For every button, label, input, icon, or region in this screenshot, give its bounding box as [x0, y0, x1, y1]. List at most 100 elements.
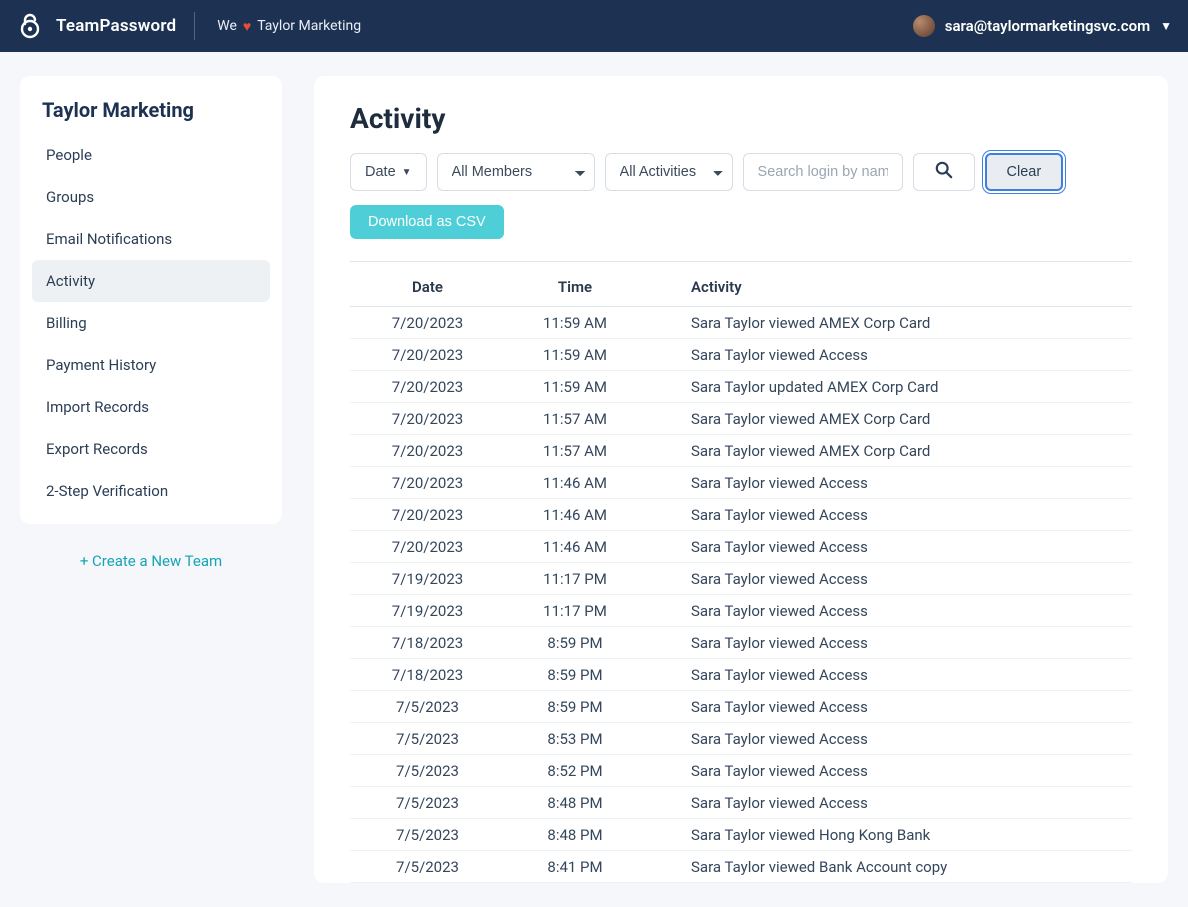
cell-date: 7/20/2023 [350, 467, 505, 499]
cell-activity: Sara Taylor viewed Access [645, 531, 1132, 563]
cell-activity: Sara Taylor viewed Access [645, 691, 1132, 723]
search-input[interactable] [743, 153, 903, 191]
cell-activity: Sara Taylor updated AMEX Corp Card [645, 371, 1132, 403]
cell-time: 8:52 PM [505, 755, 645, 787]
table-row: 7/20/202311:57 AMSara Taylor viewed AMEX… [350, 435, 1132, 467]
cell-time: 11:59 AM [505, 339, 645, 371]
sidebar-card: Taylor Marketing PeopleGroupsEmail Notif… [20, 76, 282, 524]
cell-time: 8:53 PM [505, 723, 645, 755]
table-row: 7/20/202311:59 AMSara Taylor viewed Acce… [350, 339, 1132, 371]
chevron-down-icon: ▼ [1160, 19, 1172, 33]
cell-date: 7/18/2023 [350, 659, 505, 691]
cell-time: 11:59 AM [505, 307, 645, 339]
cell-time: 8:59 PM [505, 659, 645, 691]
table-row: 7/5/20238:59 PMSara Taylor viewed Access [350, 691, 1132, 723]
search-icon [935, 161, 953, 183]
cell-date: 7/20/2023 [350, 531, 505, 563]
tagline-suffix: Taylor Marketing [257, 18, 361, 34]
cell-date: 7/20/2023 [350, 435, 505, 467]
cell-date: 7/19/2023 [350, 595, 505, 627]
lock-icon [16, 12, 44, 40]
cell-date: 7/20/2023 [350, 307, 505, 339]
cell-activity: Sara Taylor viewed Access [645, 339, 1132, 371]
avatar [913, 15, 935, 37]
table-row: 7/20/202311:59 AMSara Taylor updated AME… [350, 371, 1132, 403]
cell-date: 7/20/2023 [350, 499, 505, 531]
cell-activity: Sara Taylor viewed AMEX Corp Card [645, 435, 1132, 467]
page-title: Activity [350, 102, 1132, 135]
table-row: 7/20/202311:46 AMSara Taylor viewed Acce… [350, 467, 1132, 499]
cell-date: 7/20/2023 [350, 339, 505, 371]
sidebar-item-billing[interactable]: Billing [32, 302, 270, 344]
sidebar-item-groups[interactable]: Groups [32, 176, 270, 218]
cell-time: 8:48 PM [505, 819, 645, 851]
cell-activity: Sara Taylor viewed Access [645, 499, 1132, 531]
sidebar-item-export-records[interactable]: Export Records [32, 428, 270, 470]
col-activity: Activity [645, 268, 1132, 307]
cell-activity: Sara Taylor viewed Access [645, 659, 1132, 691]
date-filter-button[interactable]: Date ▼ [350, 153, 427, 191]
cell-date: 7/5/2023 [350, 691, 505, 723]
cell-time: 11:46 AM [505, 467, 645, 499]
sidebar: Taylor Marketing PeopleGroupsEmail Notif… [20, 76, 282, 883]
logo-block[interactable]: TeamPassword [16, 12, 195, 40]
cell-date: 7/5/2023 [350, 723, 505, 755]
sidebar-item-activity[interactable]: Activity [32, 260, 270, 302]
topbar: TeamPassword We ♥ Taylor Marketing sara@… [0, 0, 1188, 52]
members-select[interactable]: All Members [437, 153, 595, 191]
cell-activity: Sara Taylor viewed Bank Account copy [645, 851, 1132, 883]
cell-time: 8:59 PM [505, 627, 645, 659]
sidebar-item-email-notifications[interactable]: Email Notifications [32, 218, 270, 260]
activities-select[interactable]: All Activities [605, 153, 733, 191]
cell-date: 7/5/2023 [350, 851, 505, 883]
col-date: Date [350, 268, 505, 307]
cell-activity: Sara Taylor viewed AMEX Corp Card [645, 403, 1132, 435]
search-button[interactable] [913, 153, 975, 191]
table-row: 7/20/202311:59 AMSara Taylor viewed AMEX… [350, 307, 1132, 339]
cell-time: 8:59 PM [505, 691, 645, 723]
cell-time: 11:46 AM [505, 531, 645, 563]
cell-date: 7/5/2023 [350, 787, 505, 819]
cell-date: 7/5/2023 [350, 819, 505, 851]
cell-activity: Sara Taylor viewed Access [645, 787, 1132, 819]
cell-time: 8:48 PM [505, 787, 645, 819]
user-email: sara@taylormarketingsvc.com [945, 17, 1150, 35]
download-csv-button[interactable]: Download as CSV [350, 205, 504, 239]
table-row: 7/5/20238:52 PMSara Taylor viewed Access [350, 755, 1132, 787]
filter-row: Date ▼ All Members All Activities Clear [350, 153, 1132, 191]
cell-activity: Sara Taylor viewed Access [645, 627, 1132, 659]
cell-activity: Sara Taylor viewed AMEX Corp Card [645, 307, 1132, 339]
cell-date: 7/20/2023 [350, 371, 505, 403]
table-row: 7/5/20238:41 PMSara Taylor viewed Bank A… [350, 851, 1132, 883]
sidebar-item-people[interactable]: People [32, 134, 270, 176]
main-panel: Activity Date ▼ All Members All Activiti… [314, 76, 1168, 883]
cell-activity: Sara Taylor viewed Access [645, 467, 1132, 499]
cell-time: 8:41 PM [505, 851, 645, 883]
table-row: 7/20/202311:46 AMSara Taylor viewed Acce… [350, 531, 1132, 563]
create-team-link[interactable]: + Create a New Team [20, 552, 282, 570]
table-row: 7/20/202311:46 AMSara Taylor viewed Acce… [350, 499, 1132, 531]
user-menu[interactable]: sara@taylormarketingsvc.com ▼ [913, 15, 1172, 37]
table-row: 7/5/20238:53 PMSara Taylor viewed Access [350, 723, 1132, 755]
table-row: 7/5/20238:48 PMSara Taylor viewed Hong K… [350, 819, 1132, 851]
divider [350, 261, 1132, 262]
caret-down-icon: ▼ [402, 167, 412, 178]
table-row: 7/19/202311:17 PMSara Taylor viewed Acce… [350, 595, 1132, 627]
table-row: 7/20/202311:57 AMSara Taylor viewed AMEX… [350, 403, 1132, 435]
activity-table: Date Time Activity 7/20/202311:59 AMSara… [350, 268, 1132, 883]
cell-date: 7/18/2023 [350, 627, 505, 659]
cell-date: 7/19/2023 [350, 563, 505, 595]
sidebar-item-payment-history[interactable]: Payment History [32, 344, 270, 386]
table-row: 7/18/20238:59 PMSara Taylor viewed Acces… [350, 627, 1132, 659]
tagline: We ♥ Taylor Marketing [217, 18, 361, 35]
cell-time: 11:57 AM [505, 403, 645, 435]
sidebar-item-import-records[interactable]: Import Records [32, 386, 270, 428]
col-time: Time [505, 268, 645, 307]
table-row: 7/5/20238:48 PMSara Taylor viewed Access [350, 787, 1132, 819]
cell-time: 11:57 AM [505, 435, 645, 467]
brand-name: TeamPassword [56, 16, 176, 36]
cell-activity: Sara Taylor viewed Access [645, 723, 1132, 755]
sidebar-item-2-step-verification[interactable]: 2-Step Verification [32, 470, 270, 512]
table-row: 7/18/20238:59 PMSara Taylor viewed Acces… [350, 659, 1132, 691]
clear-button[interactable]: Clear [985, 153, 1064, 191]
